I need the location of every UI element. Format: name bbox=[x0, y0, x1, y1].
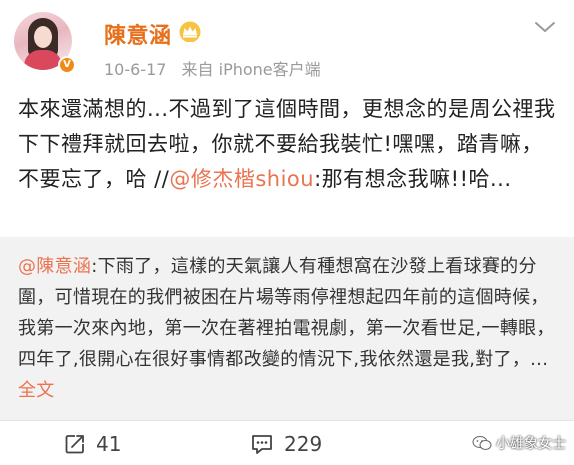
post-header: V 陳意涵 10-6-17 来自 iPhone客户端 bbox=[0, 0, 574, 86]
repost-text: :下雨了，這樣的天氣讓人有種想窩在沙發上看球賽的分圍，可惜現在的我們被困在片場等… bbox=[18, 256, 555, 370]
post-footer: 41 229 小雄象女士 bbox=[0, 421, 574, 465]
watermark: 小雄象女士 bbox=[472, 433, 566, 453]
repost-icon bbox=[65, 435, 84, 454]
post-source: 来自 iPhone客户端 bbox=[181, 60, 321, 79]
watermark-text: 小雄象女士 bbox=[496, 436, 566, 452]
repost-mention-link[interactable]: @陳意涵 bbox=[18, 256, 91, 277]
repost-box[interactable]: @陳意涵:下雨了，這樣的天氣讓人有種想窩在沙發上看球賽的分圍，可惜現在的我們被困… bbox=[0, 237, 574, 421]
avatar-face bbox=[34, 26, 52, 48]
verified-badge-icon: V bbox=[58, 56, 76, 74]
username[interactable]: 陳意涵 bbox=[104, 18, 172, 50]
repost-count: 41 bbox=[96, 432, 122, 456]
comment-icon bbox=[252, 435, 272, 454]
chevron-down-icon[interactable] bbox=[534, 20, 556, 34]
crown-icon bbox=[179, 21, 201, 42]
mention-link[interactable]: @修杰楷shiou bbox=[169, 167, 314, 191]
full-text-link[interactable]: 全文 bbox=[18, 380, 55, 401]
post-meta: 10-6-17 来自 iPhone客户端 bbox=[104, 56, 331, 80]
wechat-icon bbox=[472, 436, 492, 450]
post-date: 10-6-17 bbox=[104, 60, 167, 79]
comment-count: 229 bbox=[284, 432, 323, 456]
comment-button[interactable]: 229 bbox=[250, 432, 323, 456]
post-text-after-mention: :那有想念我嘛!!哈... bbox=[314, 167, 512, 191]
avatar-body bbox=[24, 50, 62, 70]
repost-button[interactable]: 41 bbox=[64, 432, 122, 456]
repost-body: @陳意涵:下雨了，這樣的天氣讓人有種想窩在沙發上看球賽的分圍，可惜現在的我們被困… bbox=[18, 251, 558, 406]
post-body: 本來還滿想的...不過到了這個時間，更想念的是周公𥚃我下下禮拜就回去啦，你就不要… bbox=[18, 92, 558, 197]
